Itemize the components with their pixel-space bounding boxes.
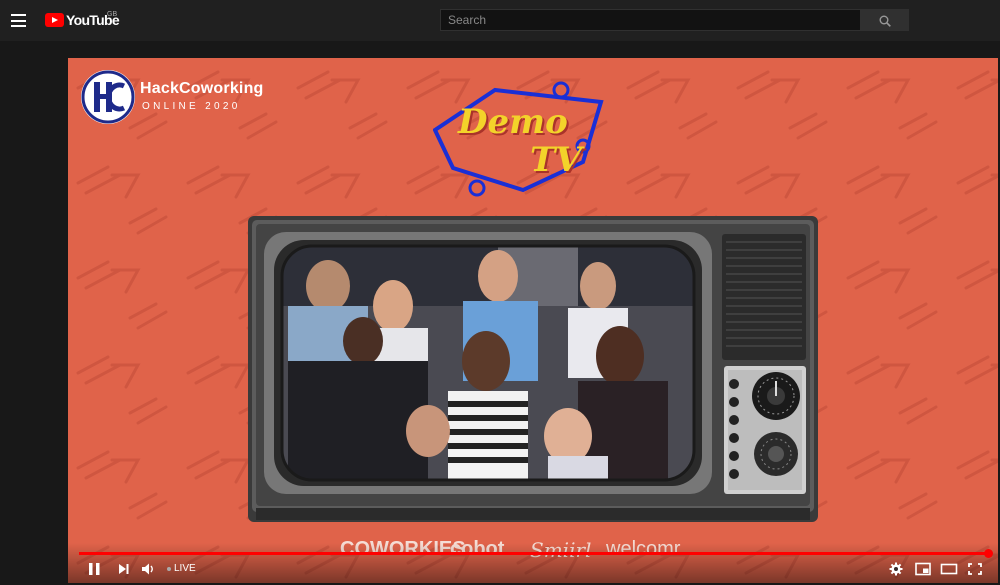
search-icon	[879, 15, 891, 27]
progress-scrubber[interactable]	[984, 549, 993, 558]
pause-icon	[89, 563, 100, 575]
settings-button[interactable]	[885, 559, 907, 579]
masthead: YouTube GB	[0, 0, 1000, 41]
next-button[interactable]	[113, 559, 135, 579]
video-player[interactable]: HackCoworking ONLINE 2020 Demo TV LIVE	[68, 58, 998, 583]
search-button[interactable]	[861, 9, 909, 31]
live-label: LIVE	[174, 563, 196, 574]
next-icon	[119, 564, 129, 574]
hackcoworking-logo	[81, 70, 135, 124]
theater-icon	[940, 563, 958, 575]
region-code: GB	[107, 11, 118, 18]
settings-icon	[889, 562, 903, 576]
pause-button[interactable]	[84, 559, 106, 579]
brand-name: HackCoworking	[140, 80, 264, 97]
hc-monogram-icon	[81, 70, 135, 124]
theater-mode-button[interactable]	[938, 559, 960, 579]
progress-bar[interactable]	[79, 552, 988, 555]
retro-tv-illustration	[248, 216, 818, 522]
miniplayer-button[interactable]	[912, 559, 934, 579]
volume-icon	[142, 563, 153, 575]
tv-title: TV	[530, 140, 582, 180]
search-box	[440, 9, 861, 31]
brand-subtitle: ONLINE 2020	[142, 101, 241, 112]
live-dot-icon	[167, 567, 171, 571]
volume-button[interactable]	[138, 559, 160, 579]
demo-title: Demo	[458, 102, 568, 142]
youtube-logo-icon	[45, 13, 64, 27]
player-controls	[68, 543, 998, 583]
fullscreen-icon	[968, 563, 982, 575]
miniplayer-icon	[915, 562, 931, 576]
fullscreen-button[interactable]	[964, 559, 986, 579]
menu-icon[interactable]	[11, 14, 26, 27]
search-input[interactable]	[441, 10, 860, 30]
